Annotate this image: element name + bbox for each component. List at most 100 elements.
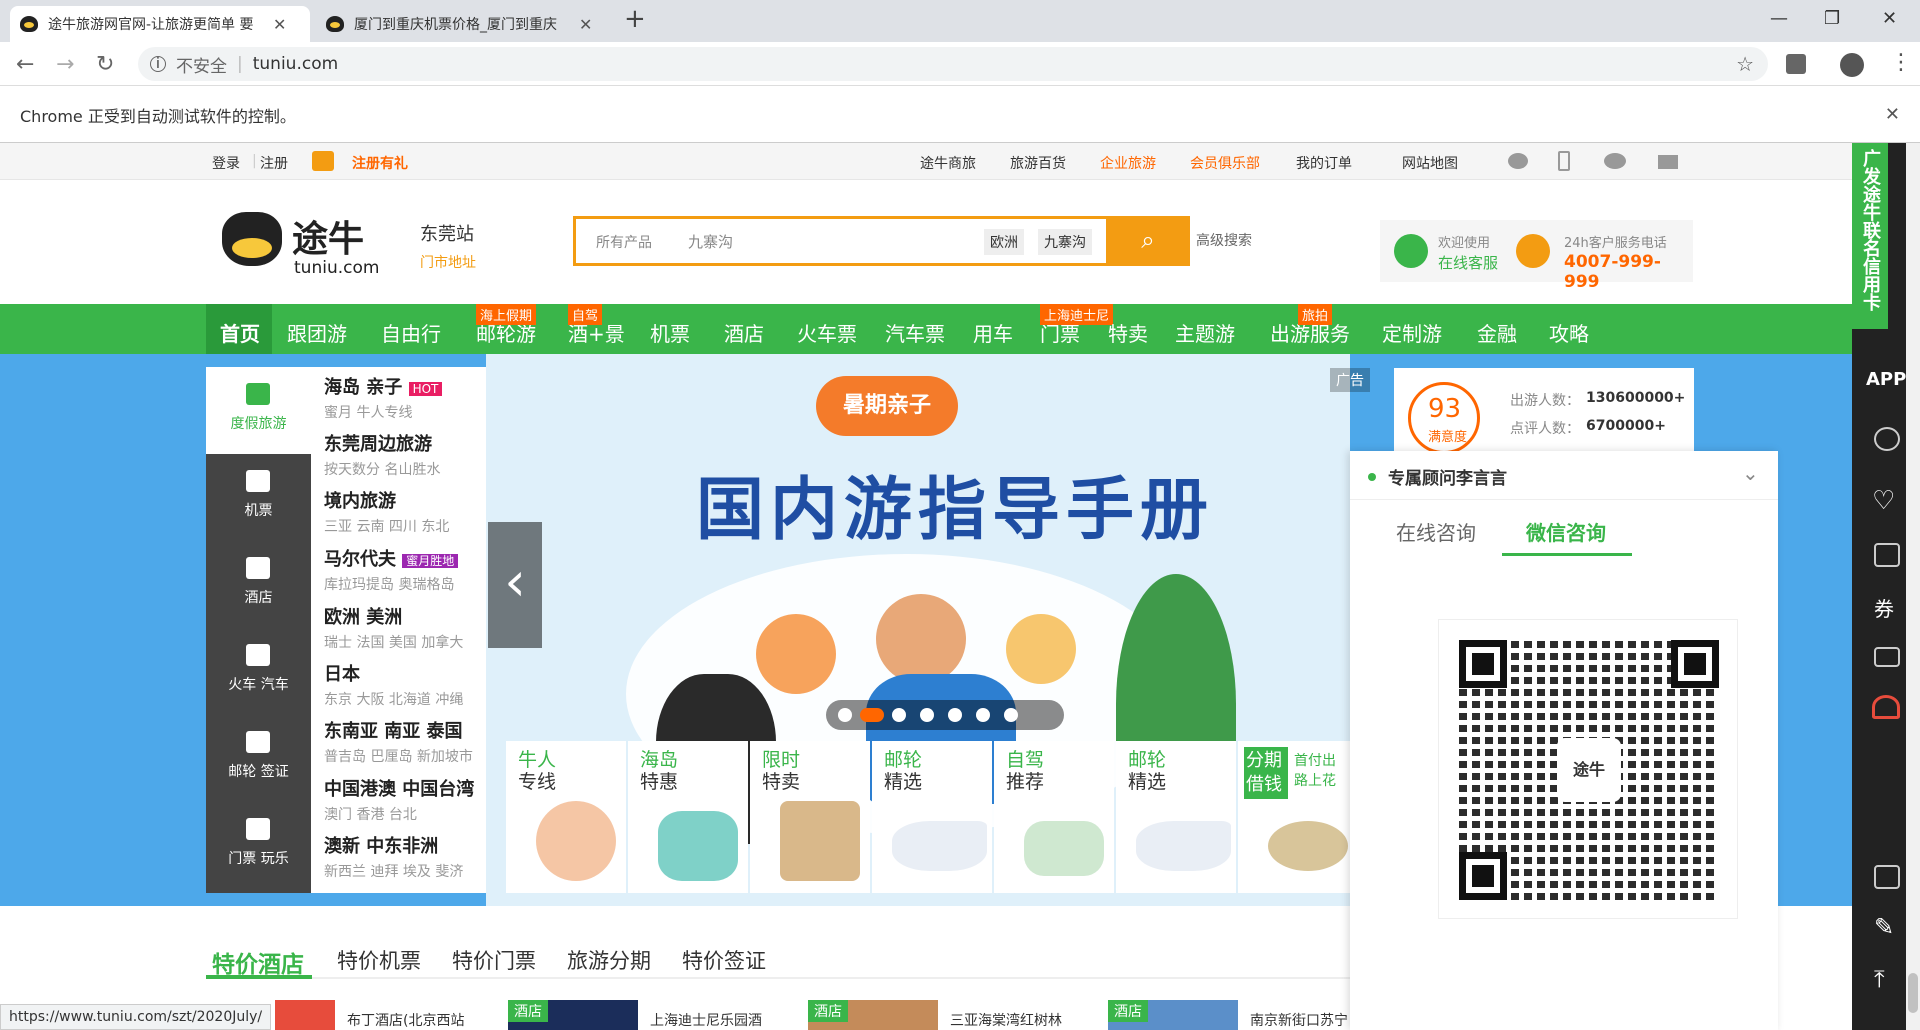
browser-tab-flights[interactable]: 厦门到重庆机票价格_厦门到重庆 ✕	[316, 6, 616, 42]
favorites-heart-icon[interactable]: ♡	[1872, 486, 1895, 516]
cat-row[interactable]: 东南亚 南亚 泰国 普吉岛 巴厘岛 新加坡市	[324, 717, 484, 766]
nav-flights[interactable]: 机票	[650, 318, 690, 347]
close-tab-icon[interactable]: ✕	[273, 15, 286, 34]
search-button[interactable]: ⌕	[1106, 216, 1190, 266]
browser-tab-tuniu[interactable]: 途牛旅游网官网-让旅游更简单 要 ✕	[10, 6, 310, 42]
close-tab-icon[interactable]: ✕	[579, 15, 592, 34]
search-category-select[interactable]: 所有产品	[596, 232, 652, 252]
cat-row[interactable]: 中国港澳 中国台湾 澳门 香港 台北	[324, 775, 484, 824]
member-club-link[interactable]: 会员俱乐部	[1190, 153, 1260, 173]
online-service-link[interactable]: 在线客服	[1438, 252, 1498, 273]
advanced-search-link[interactable]: 高级搜索	[1196, 230, 1252, 250]
weibo-icon[interactable]	[1508, 153, 1528, 169]
login-link[interactable]: 登录	[212, 153, 240, 173]
cat-cruise-visa[interactable]: 邮轮 签证	[206, 715, 311, 802]
service-avatar-icon[interactable]	[1874, 427, 1900, 451]
nav-guides[interactable]: 攻略	[1549, 318, 1589, 347]
nav-home[interactable]: 首页	[220, 318, 260, 347]
store-address-link[interactable]: 门市地址	[420, 252, 476, 272]
customer-service-icon[interactable]	[1872, 695, 1900, 719]
promo-tile[interactable]: 牛人 专线	[506, 741, 626, 893]
page-scrollbar[interactable]	[1906, 143, 1920, 1030]
cat-vacation[interactable]: 度假旅游	[206, 367, 311, 454]
cat-hotel[interactable]: 酒店	[206, 541, 311, 628]
cat-train-bus[interactable]: 火车 汽车	[206, 628, 311, 715]
nav-sale[interactable]: 特卖	[1108, 318, 1148, 347]
deal-card[interactable]: 酒店 上海迪士尼乐园酒	[508, 1000, 778, 1030]
nav-tickets[interactable]: 上海迪士尼 门票	[1040, 304, 1114, 347]
cat-row[interactable]: 境内旅游 三亚 云南 四川 东北	[324, 487, 484, 536]
promo-tile[interactable]: 邮轮 精选	[1116, 741, 1236, 893]
mobile-icon[interactable]	[1558, 151, 1570, 171]
enterprise-travel-link[interactable]: 企业旅游	[1100, 153, 1156, 173]
close-infobar-icon[interactable]: ✕	[1885, 104, 1900, 125]
menu-kebab-icon[interactable]: ⋮	[1890, 50, 1912, 75]
promo-tile[interactable]: 海岛 特惠	[628, 741, 748, 893]
profile-avatar[interactable]	[1840, 53, 1864, 77]
search-tag[interactable]: 九寨沟	[1038, 229, 1092, 255]
tab-flight-deals[interactable]: 特价机票	[337, 945, 421, 975]
url-bar[interactable]: i 不安全 | tuniu.com ☆	[138, 47, 1768, 81]
back-icon[interactable]: ←	[16, 52, 34, 77]
carousel-prev-button[interactable]: ‹	[488, 522, 542, 648]
promo-tile[interactable]: 自驾 推荐	[994, 741, 1114, 893]
tab-online-consult[interactable]: 在线咨询	[1396, 517, 1476, 546]
cat-row[interactable]: 日本 东京 大阪 北海道 冲绳	[324, 660, 484, 709]
nav-train[interactable]: 火车票	[797, 318, 857, 347]
extension-icon[interactable]	[1786, 54, 1806, 74]
credit-card-promo[interactable]: 广发途牛联名信用卡	[1852, 143, 1888, 329]
nav-cruise[interactable]: 海上假期 邮轮游	[476, 304, 537, 347]
tab-wechat-consult[interactable]: 微信咨询	[1526, 517, 1606, 546]
carousel-dot[interactable]	[976, 708, 990, 722]
cat-row[interactable]: 澳新 中东非洲 新西兰 迪拜 埃及 斐济	[324, 832, 484, 881]
cat-tickets-fun[interactable]: 门票 玩乐	[206, 802, 311, 893]
business-travel-link[interactable]: 途牛商旅	[920, 153, 976, 173]
checklist-icon[interactable]	[1874, 865, 1900, 889]
reload-icon[interactable]: ↻	[96, 52, 114, 77]
tab-installments[interactable]: 旅游分期	[567, 945, 651, 975]
carousel-dot[interactable]	[920, 708, 934, 722]
station-selector[interactable]: 东莞站	[420, 220, 474, 246]
carousel-dot-active[interactable]	[860, 708, 884, 722]
maximize-icon[interactable]: ❐	[1824, 8, 1840, 29]
wechat-icon[interactable]	[1604, 153, 1626, 169]
app-link[interactable]: APP	[1866, 369, 1906, 390]
carousel-dot[interactable]	[838, 708, 852, 722]
info-icon[interactable]: i	[150, 56, 166, 72]
search-input[interactable]: 九寨沟	[688, 231, 733, 252]
scrollbar-thumb[interactable]	[1908, 973, 1918, 1013]
cat-row[interactable]: 马尔代夫 蜜月胜地 库拉玛提岛 奥瑞格岛	[324, 545, 484, 594]
nav-car-rental[interactable]: 用车	[973, 318, 1013, 347]
mail-icon[interactable]	[1658, 155, 1678, 169]
nav-group-tour[interactable]: 跟团游	[287, 318, 347, 347]
register-link[interactable]: 注册	[260, 153, 288, 173]
travel-goods-link[interactable]: 旅游百货	[1010, 153, 1066, 173]
promo-tile[interactable]: 分期 借钱 首付出 路上花	[1238, 741, 1350, 893]
sitemap-link[interactable]: 网站地图	[1402, 153, 1458, 173]
tab-ticket-deals[interactable]: 特价门票	[452, 945, 536, 975]
carousel-dot[interactable]	[1004, 708, 1018, 722]
edit-pencil-icon[interactable]: ✎	[1874, 913, 1894, 941]
nav-bus[interactable]: 汽车票	[885, 318, 945, 347]
bookmark-star-icon[interactable]: ☆	[1736, 52, 1754, 76]
gift-link[interactable]: 注册有礼	[352, 153, 408, 173]
cat-row[interactable]: 欧洲 美洲 瑞士 法国 美国 加拿大	[324, 603, 484, 652]
coupon-icon[interactable]: 券	[1874, 593, 1894, 622]
tab-hotel-deals[interactable]: 特价酒店	[212, 945, 304, 979]
new-tab-button[interactable]: +	[624, 4, 646, 34]
cat-row[interactable]: 东莞周边旅游 按天数分 名山胜水	[324, 430, 484, 479]
mail-icon[interactable]	[1874, 647, 1900, 667]
deal-card[interactable]: 酒店 三亚海棠湾红树林	[808, 1000, 1078, 1030]
promo-tile[interactable]: 邮轮 精选	[872, 741, 992, 893]
promo-tile[interactable]: 限时 特卖	[750, 741, 870, 893]
nav-custom-tour[interactable]: 定制游	[1382, 318, 1442, 347]
nav-hotel-scenic[interactable]: 自驾 酒+景	[568, 304, 625, 347]
carousel-dot[interactable]	[948, 708, 962, 722]
collapse-chevron-icon[interactable]: ⌄	[1742, 461, 1759, 485]
tuniu-logo-icon[interactable]	[222, 212, 282, 266]
carousel-dot[interactable]	[892, 708, 906, 722]
my-orders-link[interactable]: 我的订单	[1296, 153, 1352, 173]
minimize-icon[interactable]: —	[1770, 8, 1788, 29]
nav-free-tour[interactable]: 自由行	[381, 318, 441, 347]
history-icon[interactable]	[1874, 543, 1900, 567]
